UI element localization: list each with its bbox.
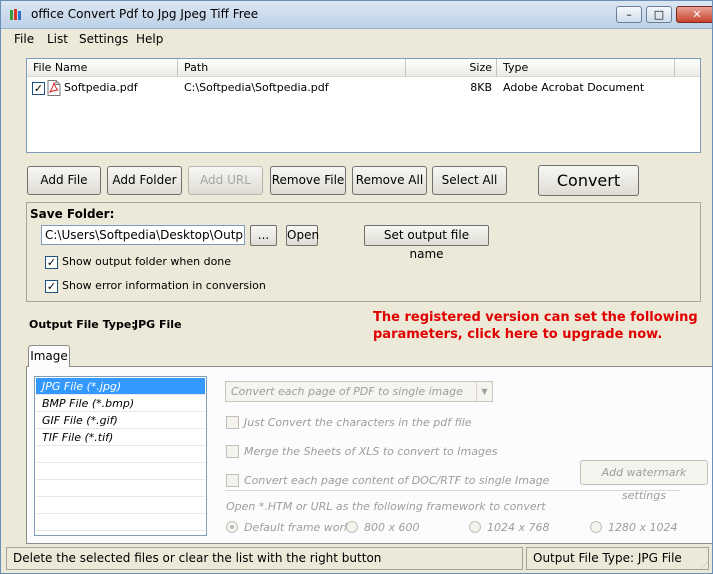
radio-800x600-label: 800 x 600 <box>364 521 420 534</box>
radio-1280x1024-label: 1280 x 1024 <box>608 521 678 534</box>
save-folder-label: Save Folder: <box>30 207 115 221</box>
show-output-folder-label: Show output folder when done <box>62 255 232 268</box>
radio-1280x1024[interactable] <box>590 521 602 533</box>
minimize-button[interactable]: – <box>616 6 642 23</box>
convert-doc-label: Convert each page content of DOC/RTF to … <box>244 474 550 487</box>
file-path-cell: C:\Softpedia\Softpedia.pdf <box>184 81 329 94</box>
pdf-file-icon <box>47 80 61 96</box>
add-file-button[interactable]: Add File <box>27 166 101 195</box>
output-file-type-value: JPG File <box>134 318 182 331</box>
app-icon <box>10 9 21 20</box>
radio-1024x768[interactable] <box>469 521 481 533</box>
menu-bar: File List Settings Help <box>1 29 712 49</box>
maximize-button[interactable]: □ <box>646 6 672 23</box>
add-watermark-settings-button[interactable]: Add watermark settings <box>580 460 708 502</box>
just-convert-label: Just Convert the characters in the pdf f… <box>244 416 472 429</box>
window-title: office Convert Pdf to Jpg Jpeg Tiff Free <box>31 7 259 21</box>
menu-list[interactable]: List <box>47 32 68 46</box>
tab-image[interactable]: Image <box>28 345 70 367</box>
radio-default-frame-work[interactable] <box>226 521 238 533</box>
list-item-empty <box>36 480 205 497</box>
list-item-empty <box>36 514 205 531</box>
just-convert-checkbox[interactable] <box>226 416 239 429</box>
output-file-type-label: Output File Type: <box>29 318 136 331</box>
file-type-cell: Adobe Acrobat Document <box>503 81 645 94</box>
app-window: office Convert Pdf to Jpg Jpeg Tiff Free… <box>0 0 713 574</box>
remove-file-button[interactable]: Remove File <box>270 166 346 195</box>
radio-1024x768-label: 1024 x 768 <box>487 521 550 534</box>
remove-all-button[interactable]: Remove All <box>352 166 427 195</box>
show-error-info-label: Show error information in conversion <box>62 279 266 292</box>
framework-label: Open *.HTM or URL as the following frame… <box>226 500 546 513</box>
status-output-type: Output File Type: JPG File <box>526 547 709 570</box>
column-header-filler <box>675 59 700 77</box>
add-folder-button[interactable]: Add Folder <box>107 166 182 195</box>
status-hint: Delete the selected files or clear the l… <box>6 547 523 570</box>
show-output-folder-checkbox[interactable]: ✓ <box>45 256 58 269</box>
list-item-empty <box>36 446 205 463</box>
open-folder-button[interactable]: Open <box>286 225 319 246</box>
merge-sheets-checkbox[interactable] <box>226 445 239 458</box>
select-all-button[interactable]: Select All <box>432 166 507 195</box>
close-button[interactable]: ✕ <box>676 6 712 23</box>
column-header-size[interactable]: Size <box>406 59 497 77</box>
menu-settings[interactable]: Settings <box>79 32 128 46</box>
upgrade-text-line-2: parameters, click here to upgrade now. <box>373 327 663 342</box>
list-item-empty <box>36 463 205 480</box>
list-item-jpg[interactable]: JPG File (*.jpg) <box>36 378 205 395</box>
file-list[interactable]: File Name Path Size Type ✓ Softpedia.pdf… <box>26 58 701 153</box>
column-header-type[interactable]: Type <box>497 59 675 77</box>
add-url-button[interactable]: Add URL <box>188 166 263 195</box>
list-item-empty <box>36 497 205 514</box>
radio-800x600[interactable] <box>346 521 358 533</box>
upgrade-link[interactable]: The registered version can set the follo… <box>373 309 698 343</box>
page-mode-select[interactable]: Convert each page of PDF to single image… <box>225 381 493 402</box>
convert-button[interactable]: Convert <box>538 165 639 196</box>
set-output-file-name-button[interactable]: Set output file name <box>364 225 489 261</box>
column-header-file-name[interactable]: File Name <box>27 59 178 77</box>
file-name-cell: Softpedia.pdf <box>64 81 138 94</box>
list-item-gif[interactable]: GIF File (*.gif) <box>36 412 205 429</box>
list-item-tif[interactable]: TIF File (*.tif) <box>36 429 205 446</box>
column-header-path[interactable]: Path <box>178 59 406 77</box>
merge-sheets-label: Merge the Sheets of XLS to convert to Im… <box>244 445 498 458</box>
browse-folder-button[interactable]: ... <box>250 225 277 246</box>
file-type-list[interactable]: JPG File (*.jpg) BMP File (*.bmp) GIF Fi… <box>34 376 207 536</box>
divider <box>225 490 680 491</box>
row-checkbox[interactable]: ✓ <box>32 82 45 95</box>
menu-help[interactable]: Help <box>136 32 163 46</box>
status-bar: Delete the selected files or clear the l… <box>1 546 712 573</box>
show-error-info-checkbox[interactable]: ✓ <box>45 280 58 293</box>
page-mode-select-value: Convert each page of PDF to single image <box>231 385 463 398</box>
output-folder-field[interactable]: C:\Users\Softpedia\Desktop\Output Files <box>41 225 245 245</box>
menu-file[interactable]: File <box>14 32 34 46</box>
list-item-bmp[interactable]: BMP File (*.bmp) <box>36 395 205 412</box>
chevron-down-icon: ▼ <box>476 382 492 401</box>
title-bar: office Convert Pdf to Jpg Jpeg Tiff Free… <box>1 1 712 29</box>
file-size-cell: 8KB <box>470 81 492 94</box>
convert-doc-checkbox[interactable] <box>226 474 239 487</box>
upgrade-text-line-1: The registered version can set the follo… <box>373 310 698 325</box>
resize-grip-icon[interactable]: ⋰ <box>700 561 710 571</box>
radio-default-frame-work-label: Default frame work <box>244 521 351 534</box>
